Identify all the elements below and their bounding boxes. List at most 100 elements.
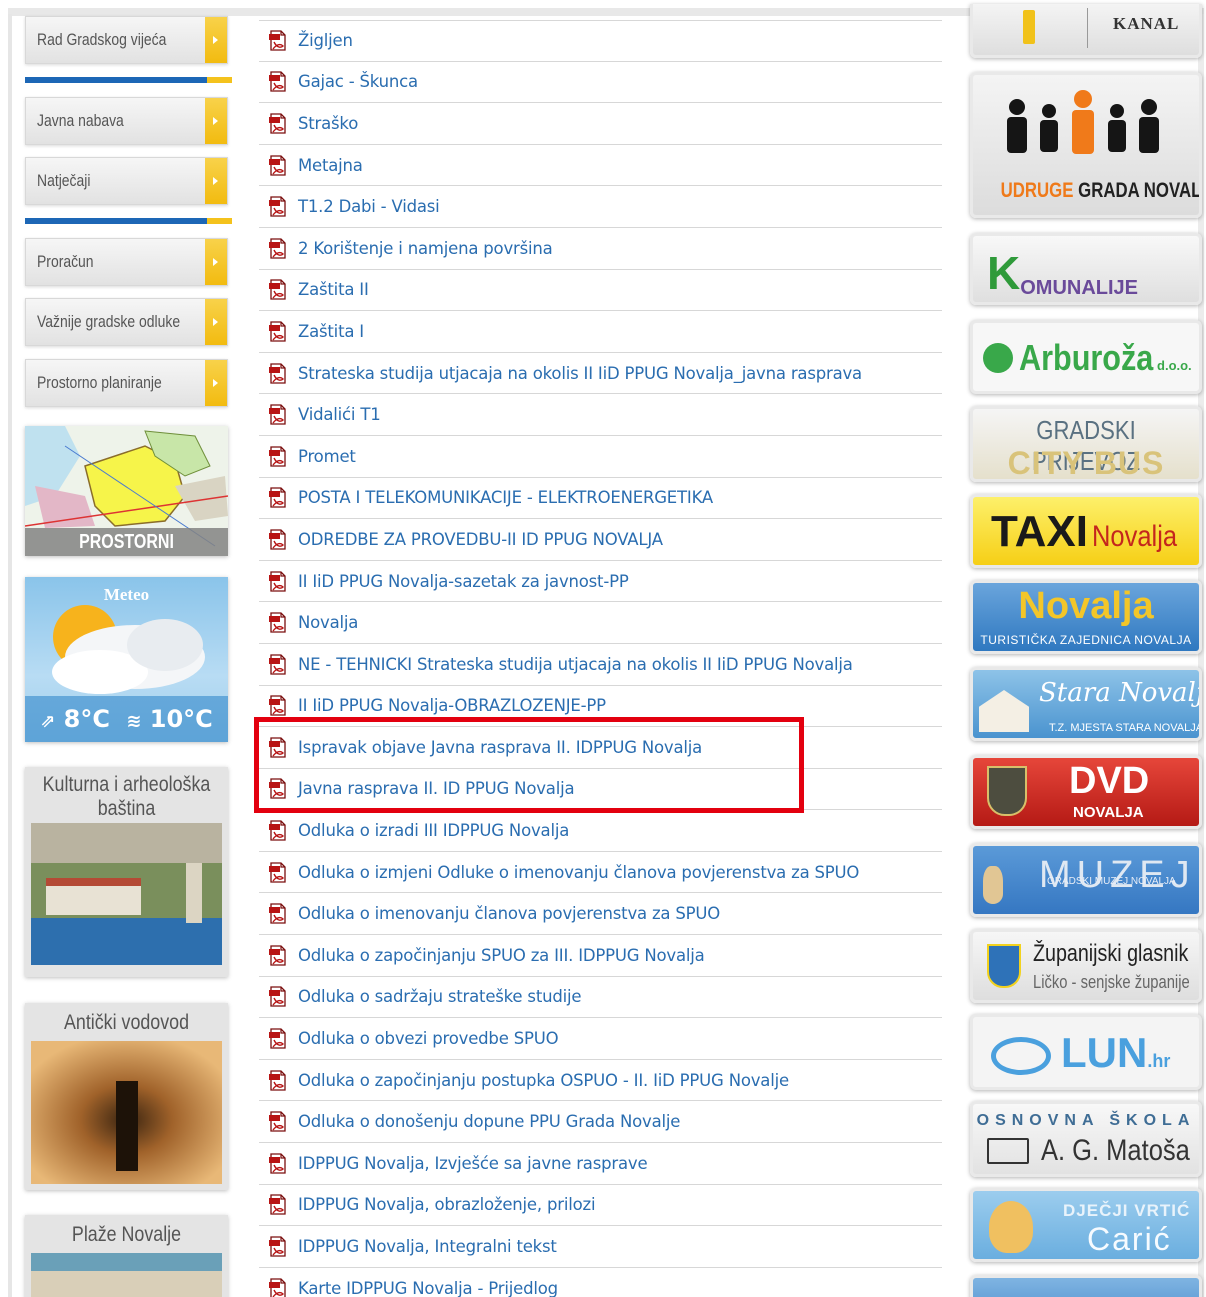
document-link[interactable]: Odluka o imenovanju članova povjerenstva… (298, 904, 720, 923)
taxi-banner[interactable]: TAXI Novalja (970, 494, 1202, 568)
menu-javna-nabava[interactable]: Javna nabava (25, 97, 228, 145)
document-link[interactable]: Odluka o izmjeni Odluke o imenovanju čla… (298, 863, 859, 882)
anticki-vodovod-tile[interactable]: Antički vodovod (25, 1003, 228, 1190)
turisticka-zajednica-banner[interactable]: Novalja TURISTIČKA ZAJEDNICA NOVALJA (970, 580, 1202, 654)
document-link[interactable]: Odluka o obvezi provedbe SPUO (298, 1029, 559, 1048)
document-row[interactable]: Odluka o sadržaju strateške studije (259, 977, 942, 1019)
menu-proracun[interactable]: Proračun (25, 238, 228, 286)
document-row[interactable]: Zaštita I (259, 311, 942, 353)
udruge-banner[interactable]: UDRUGE GRADA NOVALJE (970, 72, 1202, 218)
document-link[interactable]: IDPPUG Novalja, Izvješće sa javne raspra… (298, 1154, 648, 1173)
dvd-crest-icon (987, 766, 1027, 816)
menu-label: Javna nabava (37, 111, 124, 130)
meteo-widget[interactable]: Meteo ⇗ 8°C ≋ 10°C (25, 577, 228, 742)
document-row[interactable]: Gajac - Škunca (259, 62, 942, 104)
document-row[interactable]: ODREDBE ZA PROVEDBU-II ID PPUG NOVALJA (259, 519, 942, 561)
document-row[interactable]: Strateska studija utjacaja na okolis II … (259, 353, 942, 395)
document-link[interactable]: IDPPUG Novalja, Integralni tekst (298, 1237, 557, 1256)
document-link[interactable]: Strateska studija utjacaja na okolis II … (298, 364, 862, 383)
arburoza-suffix: d.o.o. (1157, 358, 1192, 373)
kulturna-bastina-title: Kulturna i arheološka baština (42, 773, 211, 820)
pdf-icon (268, 362, 288, 384)
lun-banner[interactable]: LUN.hr (970, 1014, 1202, 1090)
document-link[interactable]: Zaštita II (298, 280, 369, 299)
document-row[interactable]: Straško (259, 103, 942, 145)
document-link[interactable]: Žigljen (298, 31, 353, 50)
document-link[interactable]: Vidalići T1 (298, 405, 381, 424)
document-row[interactable]: 2 Korištenje i namjena površina (259, 228, 942, 270)
skola-line1: OSNOVNA ŠKOLA (976, 1112, 1196, 1129)
document-row[interactable]: Zaštita II (259, 270, 942, 312)
document-row[interactable]: Odluka o obvezi provedbe SPUO (259, 1018, 942, 1060)
document-link[interactable]: II IiD PPUG Novalja-OBRAZLOZENJE-PP (298, 696, 606, 715)
document-link[interactable]: IDPPUG Novalja, obrazloženje, prilozi (298, 1195, 596, 1214)
menu-separator (25, 77, 232, 83)
pdf-icon (268, 695, 288, 716)
stara-novalja-banner[interactable]: Stara Novalja T.Z. MJESTA STARA NOVALJA (970, 667, 1202, 741)
document-link[interactable]: II IiD PPUG Novalja-sazetak za javnost-P… (298, 572, 629, 591)
document-row[interactable]: Vidalići T1 (259, 394, 942, 436)
document-row[interactable]: T1.2 Dabi - Vidasi (259, 186, 942, 228)
document-row[interactable]: Odluka o donošenju dopune PPU Grada Nova… (259, 1101, 942, 1144)
menu-rad-gradskog-vijeca[interactable]: Rad Gradskog vijeća (25, 16, 228, 64)
document-row[interactable]: Odluka o izradi III IDPPUG Novalja (259, 810, 942, 852)
kulturna-bastina-tile[interactable]: Kulturna i arheološka baština (25, 767, 228, 977)
document-link[interactable]: NE - TEHNICKI Strateska studija utjacaja… (298, 655, 853, 674)
osnovna-skola-banner[interactable]: OSNOVNA ŠKOLA A. G. Matoša (970, 1101, 1202, 1177)
document-row[interactable]: IDPPUG Novalja, Izvješće sa javne raspra… (259, 1143, 942, 1185)
document-row[interactable]: Odluka o započinjanju SPUO za III. IDPPU… (259, 935, 942, 977)
document-link[interactable]: 2 Korištenje i namjena površina (298, 239, 553, 258)
muzej-banner[interactable]: MUZEJ GRADSKI MUZEJ NOVALJA (970, 843, 1202, 917)
temp-high: 10°C (149, 705, 213, 733)
document-row[interactable]: Novalja (259, 602, 942, 644)
document-row[interactable]: Odluka o imenovanju članova povjerenstva… (259, 893, 942, 936)
document-link[interactable]: Promet (298, 447, 356, 466)
glasnik-title: Županijski glasnik (1033, 940, 1189, 967)
aqueduct-photo (31, 1041, 222, 1184)
pdf-icon (268, 903, 288, 924)
document-link[interactable]: POSTA I TELEKOMUNIKACIJE - ELEKTROENERGE… (298, 488, 713, 507)
pdf-icon (268, 1028, 288, 1049)
komunalije-banner[interactable]: KOMUNALIJE (970, 233, 1202, 305)
plaze-novalje-tile[interactable]: Plaže Novalje (25, 1215, 228, 1297)
kanal-banner[interactable]: KANAL (970, 4, 1202, 58)
menu-separator (25, 218, 232, 224)
document-row[interactable]: Metajna (259, 145, 942, 187)
document-link[interactable]: Karte IDPPUG Novalja - Prijedlog (298, 1279, 558, 1297)
document-row[interactable]: II IiD PPUG Novalja-sazetak za javnost-P… (259, 561, 942, 603)
dvd-banner[interactable]: DVD NOVALJA (970, 755, 1202, 829)
document-link[interactable]: Zaštita I (298, 322, 364, 341)
meteo-title: Meteo (103, 585, 150, 604)
document-row[interactable]: POSTA I TELEKOMUNIKACIJE - ELEKTROENERGE… (259, 478, 942, 520)
taxi-novalja: Novalja (1092, 520, 1178, 553)
document-link[interactable]: Metajna (298, 156, 363, 175)
menu-vaznije-gradske-odluke[interactable]: Važnije gradske odluke (25, 298, 228, 346)
document-link[interactable]: Straško (298, 114, 358, 133)
document-row[interactable]: IDPPUG Novalja, obrazloženje, prilozi (259, 1185, 942, 1227)
zupanijski-glasnik-banner[interactable]: Županijski glasnik Ličko - senjske župan… (970, 929, 1202, 1003)
document-row[interactable]: Karte IDPPUG Novalja - Prijedlog (259, 1268, 942, 1297)
partial-banner[interactable] (970, 1275, 1202, 1297)
document-row[interactable]: Žigljen (259, 20, 942, 62)
document-link[interactable]: ODREDBE ZA PROVEDBU-II ID PPUG NOVALJA (298, 530, 663, 549)
document-link[interactable]: T1.2 Dabi - Vidasi (298, 197, 440, 216)
stara-sub: T.Z. MJESTA STARA NOVALJA (1049, 722, 1202, 734)
document-row[interactable]: IDPPUG Novalja, Integralni tekst (259, 1226, 942, 1268)
document-row[interactable]: NE - TEHNICKI Strateska studija utjacaja… (259, 644, 942, 686)
document-link[interactable]: Odluka o započinjanju SPUO za III. IDPPU… (298, 946, 705, 965)
document-link[interactable]: Odluka o sadržaju strateške studije (298, 987, 582, 1006)
djecji-vrtic-banner[interactable]: DJEČJI VRTIĆ Carić (970, 1188, 1202, 1262)
document-link[interactable]: Gajac - Škunca (298, 72, 418, 91)
prostorni-planovi-tile[interactable]: PROSTORNI PLANOVI (25, 426, 228, 556)
menu-prostorno-planiranje[interactable]: Prostorno planiranje (25, 359, 228, 407)
document-link[interactable]: Odluka o donošenju dopune PPU Grada Nova… (298, 1112, 680, 1131)
document-link[interactable]: Odluka o izradi III IDPPUG Novalja (298, 821, 569, 840)
document-link[interactable]: Odluka o započinjanju postupka OSPUO - I… (298, 1071, 789, 1090)
gradski-prijevoz-banner[interactable]: GRADSKI PRIJEVOZ CITY BUS (970, 406, 1202, 482)
document-row[interactable]: Promet (259, 436, 942, 478)
menu-natjecaji[interactable]: Natječaji (25, 157, 228, 205)
document-row[interactable]: Odluka o izmjeni Odluke o imenovanju čla… (259, 852, 942, 894)
document-link[interactable]: Novalja (298, 613, 358, 632)
arburoza-banner[interactable]: Arburoža d.o.o. (970, 320, 1202, 394)
document-row[interactable]: Odluka o započinjanju postupka OSPUO - I… (259, 1060, 942, 1102)
